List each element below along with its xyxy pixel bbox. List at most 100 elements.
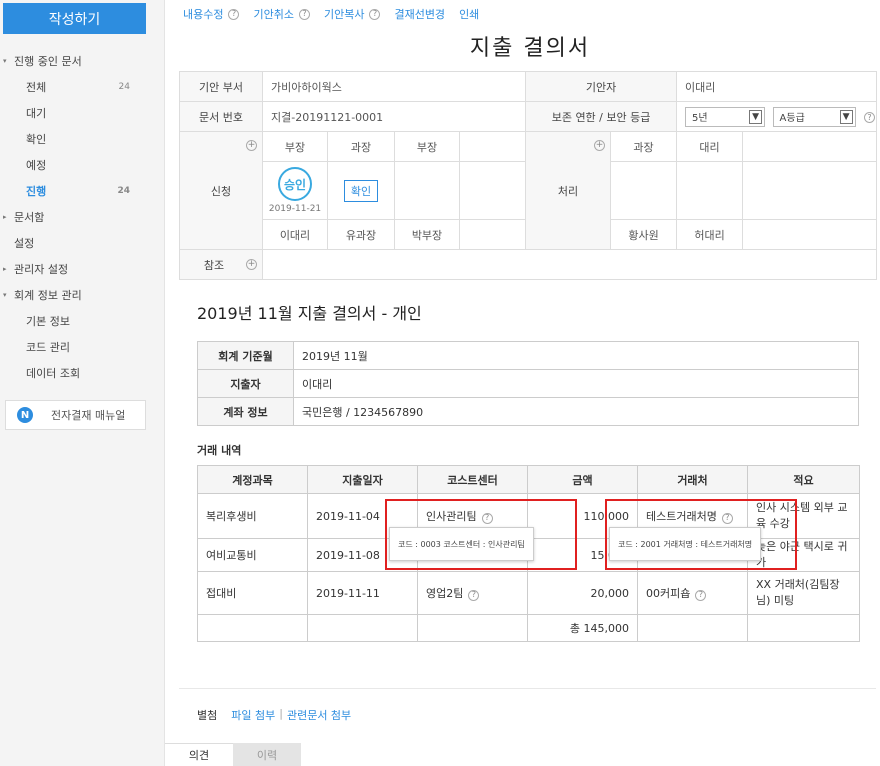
memo-cell-text: XX 거래처(김팀장님) 미팅 [756, 578, 840, 607]
sidebar-item-label: 문서함 [14, 211, 45, 224]
add-ref-icon[interactable]: + [246, 259, 257, 270]
empty-cell [417, 614, 528, 642]
sidebar-item-label: 회계 정보 관리 [14, 289, 82, 302]
dept-label: 기안 부서 [179, 71, 263, 102]
section-title: 2019년 11월 지출 결의서 - 개인 [197, 304, 422, 323]
apply-position-2: 과장 [327, 131, 395, 162]
caret-down-icon: ▾ [3, 291, 7, 299]
process-position-2: 대리 [676, 131, 744, 162]
account-label: 계좌 정보 [197, 397, 294, 426]
manual-button[interactable]: N 전자결재 매뉴얼 [5, 400, 146, 430]
help-icon[interactable]: ? [298, 8, 310, 20]
total-amount-cell: 총 145,000 [527, 614, 638, 642]
cancel-draft-label: 기안취소 [253, 8, 294, 21]
sidebar-item-label: 예정 [26, 159, 47, 172]
approved-stamp: 승인 [278, 167, 312, 201]
ref-value [261, 249, 878, 280]
change-approval-line-link[interactable]: 결재선변경 [394, 6, 445, 22]
sidebar-item-label: 대기 [26, 107, 47, 120]
sidebar-item[interactable]: 확인 [0, 126, 165, 152]
sidebar-item-label: 진행 중인 문서 [14, 55, 82, 68]
sidebar-item[interactable]: 대기 [0, 100, 165, 126]
related-doc-attach-link[interactable]: 관련문서 첨부 [287, 707, 351, 723]
caret-right-icon: ▸ [3, 265, 7, 273]
sidebar-item[interactable]: ▸ 문서함 [0, 204, 165, 230]
drafter-label: 기안자 [525, 71, 678, 102]
date-cell-text: 2019-11-04 [316, 509, 380, 523]
sidebar-item[interactable]: ▾ 회계 정보 관리 [0, 282, 165, 308]
caret-right-icon: ▸ [3, 213, 7, 221]
docno-value: 지결-20191121-0001 [261, 101, 527, 132]
sidebar-item[interactable]: 예정 [0, 152, 165, 178]
sidebar-item[interactable]: ▸ 관리자 설정 [0, 256, 165, 282]
account-cell: 여비교통비 [197, 538, 308, 572]
memo-cell: XX 거래처(김팀장님) 미팅 [747, 571, 860, 615]
doc-toolbar: 내용수정? 기안취소? 기안복사? 결재선변경 인쇄 [183, 6, 493, 22]
help-icon[interactable]: ? [695, 589, 707, 601]
edit-content-link[interactable]: 내용수정? [183, 6, 240, 22]
sidebar-item[interactable]: 기본 정보 [0, 308, 165, 334]
apply-label: 신청 [210, 184, 232, 198]
process-position-1: 과장 [610, 131, 678, 162]
sidebar-item[interactable]: 진행 24 [0, 178, 165, 204]
tab-history[interactable]: 이력 [233, 743, 301, 766]
attachments-bar: 별첨 파일 첨부 | 관련문서 첨부 [197, 707, 351, 723]
cost-center-cell: 영업2팀? [417, 571, 528, 615]
date-cell: 2019-11-11 [307, 571, 418, 615]
doc-title: 지출 결의서 [469, 36, 591, 61]
dept-value: 가비아하이웍스 [261, 71, 527, 102]
apply-name-3: 박부장 [394, 219, 460, 250]
sidebar-item[interactable]: ▾ 진행 중인 문서 [0, 48, 165, 74]
process-label: 처리 [557, 184, 579, 198]
sidebar-item-count: 24 [117, 186, 130, 196]
copy-draft-label: 기안복사 [323, 8, 365, 21]
security-select[interactable]: A등급 ▼ [772, 106, 856, 127]
apply-name-2: 유과장 [327, 219, 395, 250]
file-attach-link[interactable]: 파일 첨부 [231, 707, 275, 723]
retention-select-value: 5년 [692, 113, 708, 124]
add-process-approver-icon[interactable]: + [594, 140, 606, 151]
process-name-1: 황사원 [610, 219, 678, 250]
attach-separator: | [279, 707, 283, 720]
tab-opinion[interactable]: 의견 [165, 743, 233, 766]
docno-label: 문서 번호 [179, 101, 263, 132]
total-row: 총 145,000 [197, 614, 860, 642]
copy-draft-link[interactable]: 기안복사? [323, 6, 381, 22]
cancel-draft-link[interactable]: 기안취소? [253, 6, 310, 22]
retention-label: 보존 연한 / 보안 등급 [525, 101, 678, 132]
sidebar-item[interactable]: 코드 관리 [0, 334, 165, 360]
sidebar-item-count: 24 [118, 82, 130, 92]
amount-cell: 20,000 [527, 571, 638, 615]
help-icon[interactable]: ? [228, 8, 240, 20]
edit-content-label: 내용수정 [183, 8, 224, 21]
sidebar-item-label: 코드 관리 [26, 341, 70, 354]
column-header: 지출일자 [307, 465, 418, 494]
sidebar-item-label: 전체 [26, 81, 47, 94]
ref-label: 참조 [203, 258, 225, 272]
manual-n-icon: N [17, 407, 33, 423]
retention-select[interactable]: 5년 ▼ [685, 106, 766, 127]
help-icon[interactable]: ? [369, 8, 381, 20]
divider [179, 688, 876, 689]
print-link[interactable]: 인쇄 [459, 6, 479, 22]
column-header: 계정과목 [197, 465, 308, 494]
help-icon[interactable]: ? [864, 112, 876, 123]
help-icon[interactable]: ? [468, 589, 480, 601]
highlight-box-cost-center [385, 499, 577, 570]
empty-cell [637, 614, 748, 642]
spender-label: 지출자 [197, 369, 294, 398]
process-name-2: 허대리 [676, 219, 744, 250]
stamp-date: 2019-11-21 [268, 204, 322, 214]
caret-down-icon: ▾ [3, 57, 7, 65]
apply-position-3: 부장 [394, 131, 460, 162]
compose-button[interactable]: 작성하기 [3, 3, 146, 34]
sidebar-item[interactable]: 데이터 조회 [0, 360, 165, 386]
account-cell-text: 접대비 [206, 587, 237, 600]
sidebar-item[interactable]: 전체 24 [0, 74, 165, 100]
vendor-cell: 00커피숍? [637, 571, 748, 615]
apply-position-1: 부장 [262, 131, 328, 162]
add-apply-approver-icon[interactable]: + [246, 140, 257, 151]
account-cell: 복리후생비 [197, 493, 308, 539]
sidebar-item[interactable]: 설정 [0, 230, 165, 256]
apply-name-1: 이대리 [262, 219, 328, 250]
